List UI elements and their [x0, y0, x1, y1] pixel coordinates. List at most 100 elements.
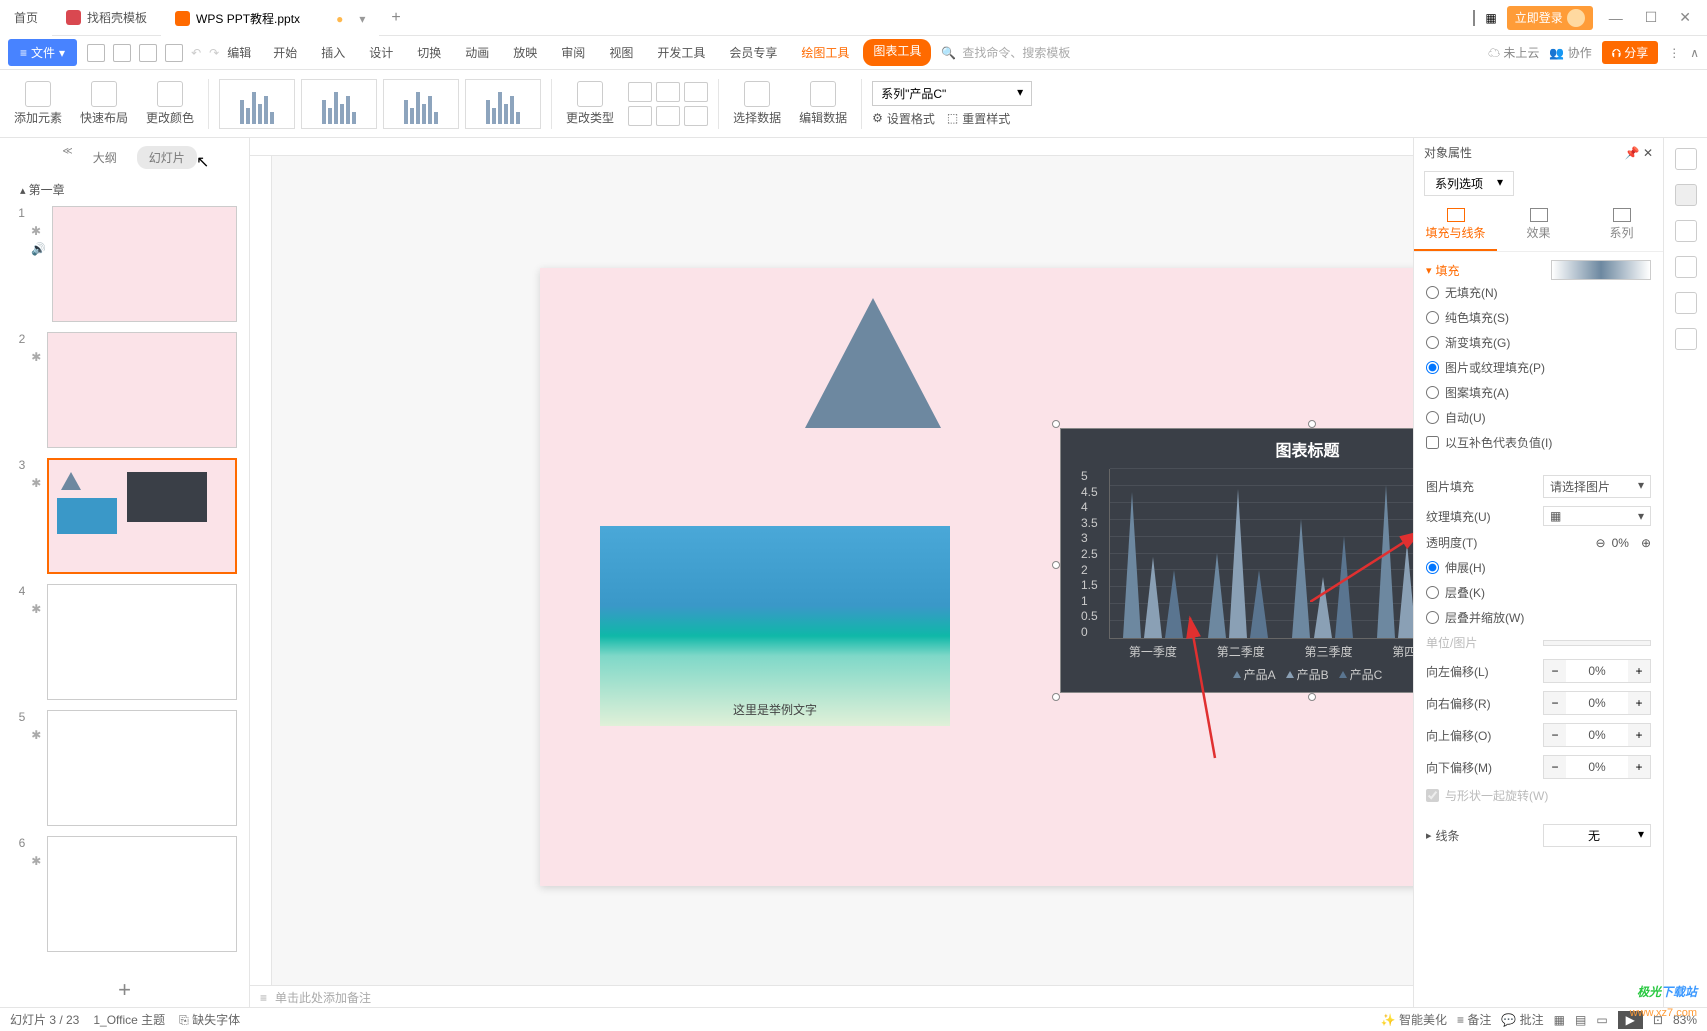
chart-style-3[interactable] — [383, 79, 459, 129]
plus-button[interactable]: + — [1628, 692, 1650, 714]
ribbon-select-data[interactable]: 选择数据 — [729, 81, 785, 126]
minus-button[interactable]: − — [1544, 660, 1566, 682]
apps-icon[interactable]: ▦ — [1485, 11, 1496, 25]
tab-slides[interactable]: 幻灯片 — [137, 146, 197, 169]
series-options-combo[interactable]: 系列选项▾ — [1424, 171, 1514, 196]
example-image[interactable]: 这里是举例文字 — [600, 526, 950, 726]
pin-icon[interactable]: 📌 — [1625, 146, 1640, 160]
menu-view[interactable]: 视图 — [599, 39, 643, 66]
qat-saveas-icon[interactable] — [113, 44, 131, 62]
minimize-button[interactable]: — — [1603, 10, 1629, 26]
check-invert-negative[interactable]: 以互补色代表负值(I) — [1426, 430, 1651, 455]
offset-b-spinner[interactable]: −0%+ — [1543, 755, 1651, 779]
chart-style-2[interactable] — [301, 79, 377, 129]
chart-style-1[interactable] — [219, 79, 295, 129]
close-panel-icon[interactable]: ✕ — [1643, 146, 1653, 160]
grid-icon[interactable] — [1473, 11, 1475, 25]
tab-series[interactable]: 系列 — [1580, 200, 1663, 251]
subtype-3[interactable] — [684, 82, 708, 102]
tab-home[interactable]: 首页 — [0, 0, 52, 36]
tab-effects[interactable]: 效果 — [1497, 200, 1580, 251]
handle-sw[interactable] — [1052, 693, 1060, 701]
close-button[interactable]: ✕ — [1673, 9, 1697, 26]
fill-preview[interactable] — [1551, 260, 1651, 280]
menu-transition[interactable]: 切换 — [407, 39, 451, 66]
slide-thumbnail-6[interactable] — [47, 836, 237, 952]
coop-button[interactable]: 👥 协作 — [1549, 44, 1591, 61]
radio-auto-fill[interactable]: 自动(U) — [1426, 405, 1651, 430]
plus-button[interactable]: + — [1628, 724, 1650, 746]
radio-stack-scale[interactable]: 层叠并缩放(W) — [1426, 605, 1651, 630]
notes-toggle[interactable]: ≡ 备注 — [1457, 1011, 1491, 1028]
comments-toggle[interactable]: 💬 批注 — [1501, 1011, 1543, 1028]
offset-t-spinner[interactable]: −0%+ — [1543, 723, 1651, 747]
menu-member[interactable]: 会员专享 — [719, 39, 787, 66]
menu-animation[interactable]: 动画 — [455, 39, 499, 66]
missing-fonts[interactable]: ⎘ 缺失字体 — [179, 1011, 240, 1028]
share-button[interactable]: ⮉ 分享 — [1602, 41, 1658, 64]
add-slide-button[interactable]: + — [0, 971, 249, 1009]
plus-button[interactable]: + — [1628, 756, 1650, 778]
series-combo[interactable]: 系列"产品C"▾ — [872, 81, 1032, 106]
handle-nw[interactable] — [1052, 420, 1060, 428]
chart-object[interactable]: 图表标题 54.543.532.521.510.50 第一季度第二季度第三季度第… — [1060, 428, 1413, 693]
menu-review[interactable]: 审阅 — [551, 39, 595, 66]
command-search[interactable]: 🔍 查找命令、搜索模板 — [941, 44, 1070, 61]
subtype-4[interactable] — [628, 106, 652, 126]
tab-outline[interactable]: 大纲 — [81, 146, 129, 169]
menu-more-icon[interactable]: ⋮ — [1668, 46, 1680, 60]
login-button[interactable]: 立即登录 — [1507, 6, 1593, 30]
reset-style-button[interactable]: ⬚ 重置样式 — [947, 110, 1010, 127]
radio-no-fill[interactable]: 无填充(N) — [1426, 280, 1651, 305]
plus-button[interactable]: + — [1628, 660, 1650, 682]
chart-style-4[interactable] — [465, 79, 541, 129]
slide-thumbnail-2[interactable] — [47, 332, 237, 448]
new-tab-button[interactable]: + — [379, 9, 412, 27]
slide-thumbnail-4[interactable] — [47, 584, 237, 700]
qat-preview-icon[interactable] — [165, 44, 183, 62]
set-format-button[interactable]: ⚙ 设置格式 — [872, 110, 935, 127]
qat-edit-label[interactable]: 编辑 — [227, 44, 251, 61]
menu-slideshow[interactable]: 放映 — [503, 39, 547, 66]
subtype-5[interactable] — [656, 106, 680, 126]
rail-icon-1[interactable] — [1675, 148, 1697, 170]
minus-button[interactable]: − — [1544, 724, 1566, 746]
slide[interactable]: 这里是举例文字 图表标题 54.543.532.521.510.50 第一季度第… — [540, 268, 1413, 886]
section-label[interactable]: ▴ 第一章 — [0, 177, 249, 202]
ribbon-add-element[interactable]: 添加元素 — [10, 81, 66, 126]
qat-redo-icon[interactable]: ↷ — [209, 46, 219, 60]
slide-canvas[interactable]: 这里是举例文字 图表标题 54.543.532.521.510.50 第一季度第… — [250, 156, 1413, 985]
view-sorter-icon[interactable]: ▤ — [1575, 1013, 1586, 1027]
radio-stack[interactable]: 层叠(K) — [1426, 580, 1651, 605]
tab-dropdown-icon[interactable]: ▾ — [359, 12, 365, 26]
collapse-panel-icon[interactable]: ≪ — [52, 146, 72, 169]
menu-design[interactable]: 设计 — [359, 39, 403, 66]
rail-icon-5[interactable] — [1675, 292, 1697, 314]
ribbon-change-type[interactable]: 更改类型 — [562, 81, 618, 126]
slide-thumbnail-5[interactable] — [47, 710, 237, 826]
radio-picture-fill[interactable]: 图片或纹理填充(P) — [1426, 355, 1651, 380]
ribbon-quick-layout[interactable]: 快速布局 — [76, 81, 132, 126]
qat-undo-icon[interactable]: ↶ — [191, 46, 201, 60]
radio-pattern-fill[interactable]: 图案填充(A) — [1426, 380, 1651, 405]
menu-insert[interactable]: 插入 — [311, 39, 355, 66]
subtype-2[interactable] — [656, 82, 680, 102]
menu-expand-icon[interactable]: ∧ — [1690, 46, 1699, 60]
menu-start[interactable]: 开始 — [263, 39, 307, 66]
minus-icon[interactable]: ⊖ — [1596, 536, 1606, 550]
ribbon-change-color[interactable]: 更改颜色 — [142, 81, 198, 126]
subtype-6[interactable] — [684, 106, 708, 126]
handle-w[interactable] — [1052, 561, 1060, 569]
slide-thumbnail-1[interactable] — [52, 206, 237, 322]
radio-solid-fill[interactable]: 纯色填充(S) — [1426, 305, 1651, 330]
plus-icon[interactable]: ⊕ — [1641, 536, 1651, 550]
view-normal-icon[interactable]: ▦ — [1554, 1013, 1565, 1027]
offset-l-spinner[interactable]: −0%+ — [1543, 659, 1651, 683]
slide-thumbnail-3[interactable] — [47, 458, 237, 574]
file-menu-button[interactable]: ≡ 文件 ▾ — [8, 39, 77, 66]
tab-fill-line[interactable]: 填充与线条 — [1414, 200, 1497, 251]
fill-section-title[interactable]: ▾ 填充 — [1426, 262, 1460, 279]
subtype-1[interactable] — [628, 82, 652, 102]
qat-print-icon[interactable] — [139, 44, 157, 62]
cloud-status[interactable]: ☁ 未上云 — [1488, 44, 1539, 61]
